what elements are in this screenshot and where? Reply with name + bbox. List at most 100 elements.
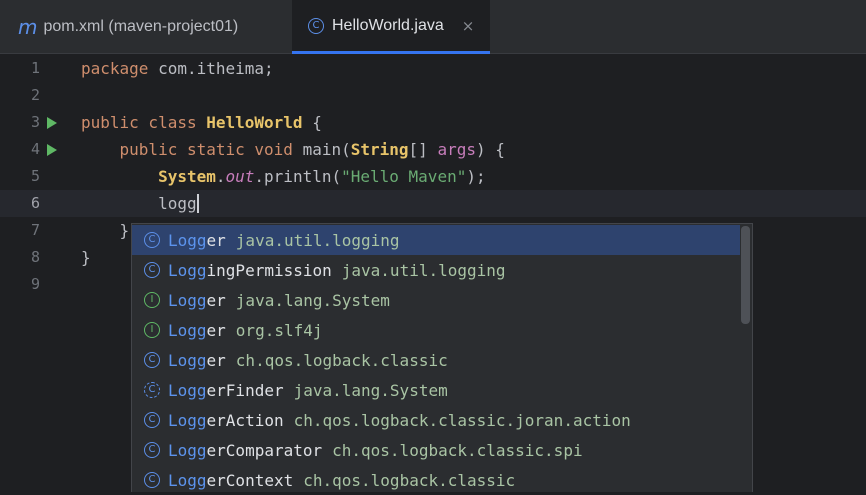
completion-name-rest: erComparator <box>206 440 323 460</box>
completion-package: java.lang.System <box>235 290 390 310</box>
code-token: System <box>158 167 216 186</box>
completion-match-text: Logg <box>168 290 207 310</box>
completion-name-rest: ingPermission <box>206 260 332 280</box>
code-token: String <box>350 140 409 159</box>
text-cursor <box>196 194 199 213</box>
code-token: } <box>81 221 130 240</box>
class-icon: C <box>308 17 324 34</box>
completion-match-text: Logg <box>168 410 207 430</box>
completion-name-rest: erAction <box>206 410 284 430</box>
interface-icon: I <box>144 292 160 308</box>
completion-match-text: Logg <box>168 320 207 340</box>
code-text: } <box>81 217 130 244</box>
code-text: } <box>81 244 91 271</box>
code-token: . <box>215 167 226 186</box>
code-line[interactable]: 1 package com.itheima; <box>0 55 866 82</box>
tab-pom-xml[interactable]: m pom.xml (maven-project01) <box>0 0 292 54</box>
code-token: public static void <box>119 140 303 159</box>
code-token: package <box>81 59 159 78</box>
code-text: public static void main(String[] args) { <box>81 136 505 163</box>
class-icon: C <box>144 232 160 248</box>
completion-match-text: Logg <box>168 440 207 460</box>
code-token: .println( <box>254 167 342 186</box>
completion-package: ch.qos.logback.classic <box>303 470 516 490</box>
completion-name-rest: erContext <box>206 470 294 490</box>
completion-package: java.util.logging <box>341 260 506 280</box>
completion-item[interactable]: C Logg ingPermission java.util.logging <box>132 255 740 285</box>
code-token: ); <box>466 167 486 186</box>
completion-item[interactable]: I Logg er java.lang.System <box>132 285 740 315</box>
tab-helloworld-java[interactable]: C HelloWorld.java × <box>292 0 490 54</box>
completion-scrollbar[interactable] <box>741 226 750 324</box>
completion-match-text: Logg <box>168 230 207 250</box>
code-token: HelloWorld <box>206 113 303 132</box>
completion-match-text: Logg <box>168 350 207 370</box>
completion-package: ch.qos.logback.classic.joran.action <box>293 410 631 430</box>
code-text: System.out.println("Hello Maven"); <box>81 163 486 190</box>
class-icon: C <box>144 442 160 458</box>
code-text: package com.itheima; <box>81 55 274 82</box>
line-number: 9 <box>30 275 40 293</box>
code-line[interactable]: 2 <box>0 82 866 109</box>
code-completion-popup: C Logg er java.util.logging C Logg ingPermissi… <box>131 223 753 492</box>
code-token: "Hello Maven" <box>341 167 467 186</box>
completion-item[interactable]: C Logg erAction ch.qos.logback.classic.jora… <box>132 405 740 435</box>
class-icon: C <box>144 472 160 488</box>
completion-name-rest: er <box>206 350 226 370</box>
tab-label: HelloWorld.java <box>332 16 444 34</box>
completion-package: java.lang.System <box>293 380 448 400</box>
class-icon: C <box>144 262 160 278</box>
interface-icon: I <box>144 322 160 338</box>
completion-package: ch.qos.logback.classic <box>235 350 448 370</box>
line-number: 4 <box>30 140 40 158</box>
completion-match-text: Logg <box>168 260 207 280</box>
completion-name-rest: er <box>206 230 226 250</box>
completion-item[interactable]: C Logg erContext ch.qos.logback.classic <box>132 465 740 495</box>
code-line[interactable]: 3 public class HelloWorld { <box>0 109 866 136</box>
abstract-class-icon: C <box>144 382 160 398</box>
completion-package: java.util.logging <box>235 230 400 250</box>
code-line[interactable]: 6 logg <box>0 190 866 217</box>
class-icon: C <box>144 352 160 368</box>
tab-label: pom.xml (maven-project01) <box>43 18 239 35</box>
line-number: 5 <box>30 167 40 185</box>
code-token: args <box>437 140 476 159</box>
code-token: out <box>225 167 255 186</box>
code-line[interactable]: 4 public static void main(String[] args)… <box>0 136 866 163</box>
completion-item[interactable]: C Logg erFinder java.lang.System <box>132 375 740 405</box>
completion-item[interactable]: I Logg er org.slf4j <box>132 315 740 345</box>
class-icon: C <box>144 412 160 428</box>
line-number: 1 <box>30 59 40 77</box>
line-number: 2 <box>30 86 40 104</box>
completion-package: ch.qos.logback.classic.spi <box>332 440 583 460</box>
line-number: 7 <box>30 221 40 239</box>
code-text: logg <box>81 190 199 217</box>
maven-icon: m <box>18 15 38 39</box>
code-token: com.itheima; <box>158 59 274 78</box>
completion-item[interactable]: C Logg er ch.qos.logback.classic <box>132 345 740 375</box>
code-line[interactable]: 5 System.out.println("Hello Maven"); <box>0 163 866 190</box>
completion-match-text: Logg <box>168 380 207 400</box>
code-token: { <box>302 113 322 132</box>
code-token: [] <box>408 140 438 159</box>
code-text: public class HelloWorld { <box>81 109 322 136</box>
code-token: main( <box>302 140 351 159</box>
run-gutter-icon[interactable] <box>47 144 57 156</box>
completion-name-rest: erFinder <box>206 380 284 400</box>
completion-name-rest: er <box>206 320 226 340</box>
completion-item[interactable]: C Logg erComparator ch.qos.logback.classic.… <box>132 435 740 465</box>
code-token: public class <box>81 113 207 132</box>
run-gutter-icon[interactable] <box>47 117 57 129</box>
line-number: 8 <box>30 248 40 266</box>
completion-name-rest: er <box>206 290 226 310</box>
code-token: logg <box>81 194 197 213</box>
completion-item[interactable]: C Logg er java.util.logging <box>132 225 740 255</box>
code-token: } <box>81 248 91 267</box>
code-token: ) { <box>475 140 505 159</box>
line-number: 6 <box>30 194 40 212</box>
completion-package: org.slf4j <box>235 320 323 340</box>
line-number: 3 <box>30 113 40 131</box>
close-tab-icon[interactable]: × <box>462 17 475 35</box>
